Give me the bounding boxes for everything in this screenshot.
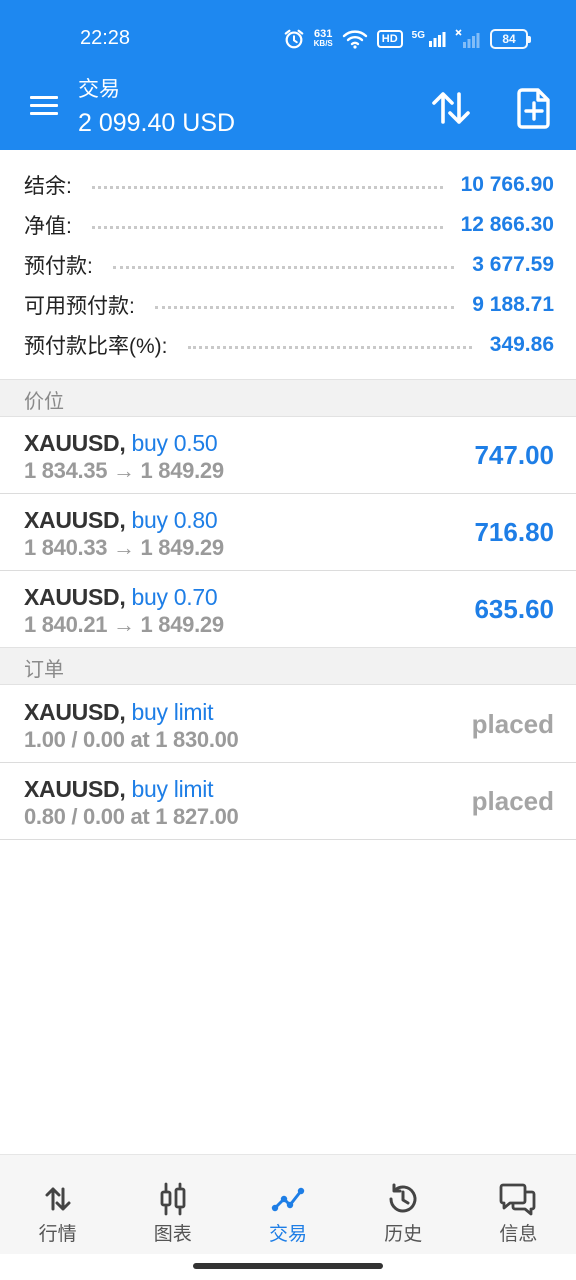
nav-quotes[interactable]: 行情 — [0, 1155, 115, 1254]
order-status: placed — [471, 709, 554, 739]
position-row[interactable]: XAUUSD, buy 0.50 1 834.35 → 1 849.29 747… — [0, 417, 576, 494]
status-bar: 22:28 631 KB/S HD 5G 84 — [0, 0, 576, 76]
nav-messages[interactable]: 信息 — [461, 1155, 576, 1254]
nav-label: 信息 — [499, 1224, 538, 1245]
summary-row-margin: 预付款: 3 677.59 — [24, 247, 554, 283]
positions-section-header: 价位 — [0, 379, 576, 417]
position-side: buy 0.80 — [131, 507, 218, 533]
position-profit: 747.00 — [474, 440, 554, 470]
account-balance-header: 2 099.40 USD — [78, 109, 236, 137]
dotted-leader — [112, 265, 455, 269]
summary-row-free-margin: 可用预付款: 9 188.71 — [24, 287, 554, 323]
nav-history[interactable]: 历史 — [346, 1155, 461, 1254]
alarm-icon — [284, 29, 303, 49]
position-symbol: XAUUSD, — [24, 430, 126, 456]
summary-row-equity: 净值: 12 866.30 — [24, 207, 554, 243]
hd-badge: HD — [376, 30, 403, 48]
position-title: XAUUSD, buy 0.80 — [24, 506, 218, 534]
signal-strength-2-icon — [455, 29, 480, 48]
dotted-leader — [91, 225, 443, 229]
section-title: 价位 — [24, 391, 64, 413]
signal-5g: 5G — [412, 30, 446, 48]
new-order-icon — [517, 88, 550, 129]
summary-value: 3 677.59 — [472, 253, 554, 276]
quotes-icon — [38, 1179, 78, 1219]
bottom-navigation: 行情 图表 交易 历史 信息 — [0, 1154, 576, 1254]
network-speed-unit: KB/S — [313, 39, 333, 48]
new-order-button[interactable] — [514, 86, 554, 130]
nav-label: 交易 — [269, 1224, 308, 1245]
position-symbol: XAUUSD, — [24, 584, 126, 610]
status-icons: 631 KB/S HD 5G 84 — [283, 24, 531, 54]
dotted-leader — [91, 185, 443, 189]
account-summary: 结余: 10 766.90 净值: 12 866.30 预付款: 3 677.5… — [0, 150, 576, 380]
position-symbol: XAUUSD, — [24, 507, 126, 533]
menu-icon-line — [30, 112, 58, 115]
network-speed-value: 631 — [314, 28, 333, 40]
top-app-bar: 22:28 631 KB/S HD 5G 84 交易 2 099.40 USD — [0, 0, 576, 150]
summary-value: 9 188.71 — [472, 293, 554, 316]
network-type-label: 5G — [411, 30, 425, 41]
summary-label: 预付款: — [24, 255, 93, 278]
summary-value: 12 866.30 — [460, 213, 554, 236]
menu-icon-line — [30, 104, 58, 107]
nav-chart[interactable]: 图表 — [115, 1155, 230, 1254]
summary-row-balance: 结余: 10 766.90 — [24, 167, 554, 203]
section-title: 订单 — [24, 659, 64, 681]
order-side: buy limit — [131, 699, 214, 725]
order-title: XAUUSD, buy limit — [24, 698, 213, 726]
position-prices: 1 840.21 → 1 849.29 — [24, 612, 224, 637]
sort-icon — [432, 92, 470, 124]
order-side: buy limit — [131, 776, 214, 802]
summary-row-margin-level: 预付款比率(%): 349.86 — [24, 327, 554, 363]
order-details: 1.00 / 0.00 at 1 830.00 — [24, 727, 239, 752]
history-icon — [383, 1179, 423, 1219]
dotted-leader — [187, 345, 472, 349]
summary-label: 预付款比率(%): — [24, 335, 168, 358]
nav-label: 行情 — [38, 1224, 77, 1245]
order-details: 0.80 / 0.00 at 1 827.00 — [24, 804, 239, 829]
position-row[interactable]: XAUUSD, buy 0.80 1 840.33 → 1 849.29 716… — [0, 494, 576, 571]
order-status: placed — [471, 786, 554, 816]
position-prices: 1 840.33 → 1 849.29 — [24, 535, 224, 560]
network-speed: 631 KB/S — [314, 29, 333, 49]
nav-label: 历史 — [384, 1224, 423, 1245]
messages-icon — [498, 1179, 538, 1219]
nav-label: 图表 — [153, 1224, 192, 1245]
position-title: XAUUSD, buy 0.70 — [24, 583, 218, 611]
order-symbol: XAUUSD, — [24, 776, 126, 802]
home-indicator[interactable] — [193, 1263, 383, 1269]
order-title: XAUUSD, buy limit — [24, 775, 213, 803]
summary-value: 10 766.90 — [460, 173, 554, 196]
sort-button[interactable] — [428, 86, 474, 130]
menu-icon — [30, 96, 58, 99]
position-prices: 1 834.35 → 1 849.29 — [24, 458, 224, 483]
summary-label: 净值: — [24, 215, 72, 238]
header-title-block: 交易 2 099.40 USD — [78, 76, 235, 140]
nav-trade[interactable]: 交易 — [230, 1155, 345, 1254]
order-row[interactable]: XAUUSD, buy limit 0.80 / 0.00 at 1 827.0… — [0, 763, 576, 840]
position-profit: 716.80 — [474, 517, 554, 547]
position-side: buy 0.50 — [131, 430, 218, 456]
orders-section-header: 订单 — [0, 647, 576, 685]
menu-button[interactable] — [28, 92, 60, 120]
trade-icon — [268, 1179, 308, 1219]
order-symbol: XAUUSD, — [24, 699, 126, 725]
page-title: 交易 — [78, 78, 120, 101]
position-side: buy 0.70 — [131, 584, 218, 610]
summary-value: 349.86 — [489, 333, 554, 356]
signal-strength-icon — [429, 32, 446, 47]
dotted-leader — [154, 305, 455, 309]
summary-label: 结余: — [24, 175, 72, 198]
chart-icon — [153, 1179, 193, 1219]
position-profit: 635.60 — [474, 594, 554, 624]
summary-label: 可用预付款: — [24, 295, 135, 318]
status-time: 22:28 — [80, 27, 131, 49]
position-title: XAUUSD, buy 0.50 — [24, 429, 218, 457]
wifi-icon — [342, 30, 367, 49]
order-row[interactable]: XAUUSD, buy limit 1.00 / 0.00 at 1 830.0… — [0, 686, 576, 763]
battery-indicator: 84 — [490, 29, 531, 49]
position-row[interactable]: XAUUSD, buy 0.70 1 840.21 → 1 849.29 635… — [0, 571, 576, 648]
